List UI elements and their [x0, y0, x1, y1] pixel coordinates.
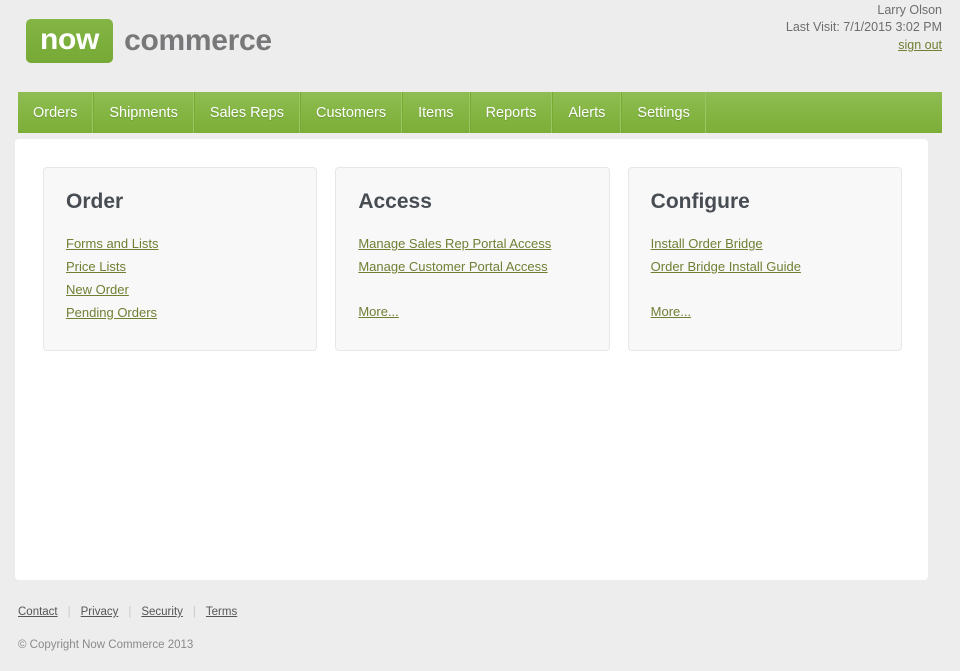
user-info: Larry Olson Last Visit: 7/1/2015 3:02 PM… [786, 2, 942, 54]
link-manage-customer-portal-access[interactable]: Manage Customer Portal Access [358, 255, 586, 278]
nav-item-customers[interactable]: Customers [300, 92, 402, 133]
nav-item-settings[interactable]: Settings [621, 92, 705, 133]
footer-link-security[interactable]: Security [141, 606, 183, 618]
panel-access-title: Access [358, 190, 586, 214]
page-root: now commerce Larry Olson Last Visit: 7/1… [0, 0, 960, 671]
page-header: now commerce Larry Olson Last Visit: 7/1… [0, 0, 960, 92]
sign-out-link[interactable]: sign out [898, 37, 942, 54]
link-new-order[interactable]: New Order [66, 278, 294, 301]
copyright-text: © Copyright Now Commerce 2013 [18, 639, 942, 651]
footer-links: Contact | Privacy | Security | Terms [18, 602, 942, 622]
panel-order-links: Forms and Lists Price Lists New Order Pe… [66, 232, 294, 324]
main-navigation: Orders Shipments Sales Reps Customers It… [18, 92, 942, 133]
footer-link-contact[interactable]: Contact [18, 606, 58, 618]
footer-separator: | [68, 606, 71, 618]
link-manage-sales-rep-portal-access[interactable]: Manage Sales Rep Portal Access [358, 232, 586, 255]
link-access-more[interactable]: More... [358, 300, 586, 323]
panel-order-title: Order [66, 190, 294, 214]
nav-item-reports[interactable]: Reports [470, 92, 553, 133]
footer-link-privacy[interactable]: Privacy [81, 606, 119, 618]
panel-configure-title: Configure [651, 190, 879, 214]
footer-separator: | [128, 606, 131, 618]
footer-link-terms[interactable]: Terms [206, 606, 237, 618]
link-order-bridge-install-guide[interactable]: Order Bridge Install Guide [651, 255, 879, 278]
link-pending-orders[interactable]: Pending Orders [66, 301, 294, 324]
nav-item-shipments[interactable]: Shipments [93, 92, 194, 133]
panel-configure-links: Install Order Bridge Order Bridge Instal… [651, 232, 879, 323]
link-forms-and-lists[interactable]: Forms and Lists [66, 232, 294, 255]
page-footer: Contact | Privacy | Security | Terms © C… [18, 602, 942, 651]
link-configure-more[interactable]: More... [651, 300, 879, 323]
logo-mark: now [26, 19, 113, 63]
content-container: Order Forms and Lists Price Lists New Or… [15, 139, 928, 580]
logo-mark-text: now [40, 24, 99, 56]
nav-item-alerts[interactable]: Alerts [552, 92, 621, 133]
panel-access: Access Manage Sales Rep Portal Access Ma… [335, 167, 609, 351]
footer-separator: | [193, 606, 196, 618]
panel-access-links: Manage Sales Rep Portal Access Manage Cu… [358, 232, 586, 323]
user-name: Larry Olson [786, 2, 942, 19]
nav-filler [706, 92, 942, 133]
link-price-lists[interactable]: Price Lists [66, 255, 294, 278]
last-visit-text: Last Visit: 7/1/2015 3:02 PM [786, 19, 942, 36]
panel-order: Order Forms and Lists Price Lists New Or… [43, 167, 317, 351]
dashboard-panels: Order Forms and Lists Price Lists New Or… [15, 139, 928, 351]
logo[interactable]: now commerce [26, 19, 272, 63]
nav-item-sales-reps[interactable]: Sales Reps [194, 92, 300, 133]
nav-item-orders[interactable]: Orders [18, 92, 93, 133]
nav-item-items[interactable]: Items [402, 92, 469, 133]
logo-word: commerce [124, 25, 272, 57]
link-install-order-bridge[interactable]: Install Order Bridge [651, 232, 879, 255]
panel-configure: Configure Install Order Bridge Order Bri… [628, 167, 902, 351]
